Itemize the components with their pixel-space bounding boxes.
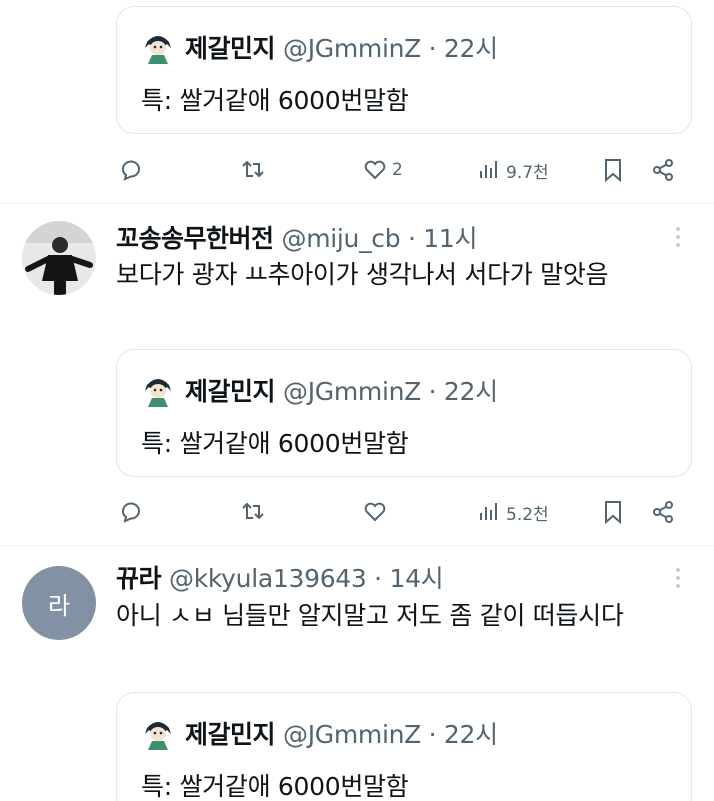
avatar-photo	[22, 221, 96, 295]
timeline: 제갈민지 @JGmminZ · 22시 특: 쌀거같애 6000번말함 2 9.…	[0, 0, 714, 801]
author-name[interactable]: 뀨라	[116, 559, 162, 595]
quoted-tweet-card[interactable]: 제갈민지 @JGmminZ · 22시 특: 쌀거같애 6000번말함	[116, 692, 692, 801]
author-meta[interactable]: @miju_cb · 11시	[282, 219, 478, 255]
bookmark-icon	[605, 501, 621, 525]
quoted-author-name[interactable]: 제갈민지	[185, 372, 276, 408]
quoted-avatar-icon	[141, 30, 175, 64]
quoted-tweet-header: 제갈민지 @JGmminZ · 22시	[141, 715, 498, 751]
quoted-tweet-card[interactable]: 제갈민지 @JGmminZ · 22시 특: 쌀거같애 6000번말함	[116, 6, 692, 134]
retweet-button[interactable]	[240, 150, 266, 190]
share-button[interactable]	[650, 150, 676, 190]
divider	[0, 545, 714, 546]
post-text: 보다가 광자 ㅛ추아이가 생각나서 서다가 말앗음	[116, 260, 609, 289]
quoted-tweet-card[interactable]: 제갈민지 @JGmminZ · 22시 특: 쌀거같애 6000번말함	[116, 349, 692, 477]
author-name[interactable]: 꼬송송무한버전	[116, 219, 274, 255]
quoted-tweet-header: 제갈민지 @JGmminZ · 22시	[141, 29, 498, 65]
views-icon	[480, 503, 497, 520]
post-1-action-bar: 2 9.7천	[116, 150, 696, 190]
quoted-tweet-header: 제갈민지 @JGmminZ · 22시	[141, 372, 498, 408]
heart-icon	[364, 160, 386, 180]
more-icon[interactable]	[672, 223, 684, 251]
quoted-avatar-icon	[141, 716, 175, 750]
share-button[interactable]	[650, 492, 676, 532]
avatar[interactable]	[22, 221, 96, 295]
like-button[interactable]: 2	[362, 150, 403, 190]
author-meta[interactable]: @kkyula139643 · 14시	[169, 559, 444, 595]
post-text: 아니 ㅅㅂ 님들만 알지말고 저도 좀 같이 떠듭시다	[116, 601, 624, 630]
retweet-button[interactable]	[240, 492, 266, 532]
views-icon	[480, 161, 497, 178]
quoted-tweet-text: 특: 쌀거같애 6000번말함	[141, 772, 409, 801]
divider	[0, 203, 714, 204]
post-2-action-bar: 5.2천	[116, 492, 696, 532]
like-count: 2	[392, 160, 403, 180]
retweet-icon	[242, 502, 264, 520]
bookmark-button[interactable]	[600, 150, 626, 190]
view-count: 9.7천	[506, 162, 549, 183]
heart-icon	[364, 502, 386, 522]
retweet-icon	[242, 160, 264, 178]
more-icon[interactable]	[672, 564, 684, 592]
post-2-header: 꼬송송무한버전 @miju_cb · 11시	[116, 220, 477, 254]
quoted-author-meta[interactable]: @JGmminZ · 22시	[283, 29, 498, 65]
reply-icon	[122, 502, 140, 523]
reply-button[interactable]	[118, 150, 144, 190]
bookmark-button[interactable]	[600, 492, 626, 532]
reply-button[interactable]	[118, 492, 144, 532]
share-icon	[653, 159, 673, 181]
quoted-author-meta[interactable]: @JGmminZ · 22시	[283, 372, 498, 408]
quoted-tweet-text: 특: 쌀거같애 6000번말함	[141, 429, 409, 458]
views-button[interactable]: 9.7천	[476, 150, 549, 190]
share-icon	[653, 501, 673, 523]
reply-icon	[122, 160, 140, 181]
views-button[interactable]: 5.2천	[476, 492, 549, 532]
bookmark-icon	[605, 159, 621, 183]
avatar[interactable]: 라	[22, 566, 96, 640]
avatar-initial: 라	[47, 591, 71, 620]
post-3-header: 뀨라 @kkyula139643 · 14시	[116, 559, 444, 595]
view-count: 5.2천	[506, 504, 549, 525]
quoted-author-meta[interactable]: @JGmminZ · 22시	[283, 715, 498, 751]
quoted-avatar-icon	[141, 373, 175, 407]
quoted-tweet-text: 특: 쌀거같애 6000번말함	[141, 86, 409, 115]
quoted-author-name[interactable]: 제갈민지	[185, 715, 276, 751]
like-button[interactable]	[362, 492, 388, 532]
quoted-author-name[interactable]: 제갈민지	[185, 29, 276, 65]
